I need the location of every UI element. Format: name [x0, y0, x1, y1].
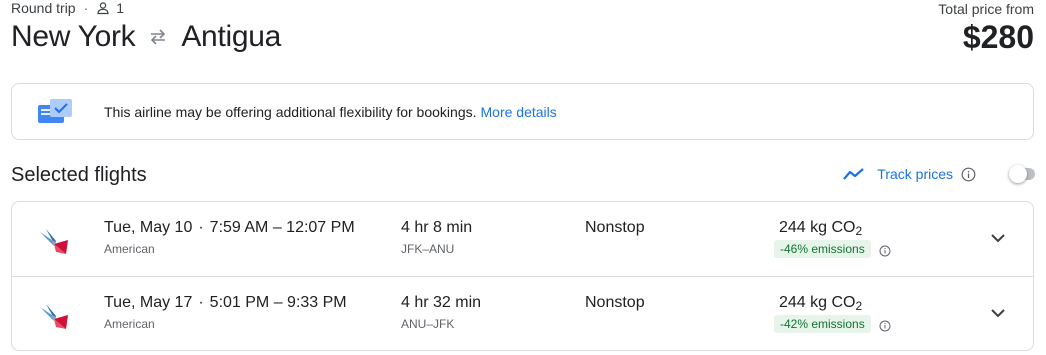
flight-airports: JFK–ANU — [401, 242, 455, 256]
co2-amount: 244 kg CO2 — [779, 219, 862, 238]
trend-line-icon — [843, 168, 865, 180]
ticket-check-icon — [38, 98, 72, 123]
info-icon[interactable] — [961, 167, 976, 182]
chevron-down-icon[interactable] — [988, 303, 1008, 323]
route-title: New York Antigua — [11, 20, 281, 54]
american-airlines-logo — [40, 229, 68, 254]
chevron-down-icon[interactable] — [988, 228, 1008, 248]
person-icon — [97, 2, 109, 15]
flight-times: Tue, May 17 · 5:01 PM – 9:33 PM — [104, 294, 347, 312]
info-icon[interactable] — [879, 320, 891, 332]
info-icon[interactable] — [879, 245, 891, 257]
flight-duration: 4 hr 32 min — [401, 294, 482, 311]
track-prices[interactable]: Track prices — [843, 166, 976, 182]
emissions-badge: -42% emissions — [774, 315, 871, 333]
flight-date: Tue, May 17 — [104, 294, 193, 311]
separator-dot: · — [198, 294, 204, 311]
flight-stops: Nonstop — [585, 219, 645, 236]
track-prices-label[interactable]: Track prices — [877, 166, 953, 182]
track-prices-toggle[interactable] — [1009, 165, 1035, 183]
flight-date: Tue, May 10 — [104, 219, 193, 236]
flexibility-banner: This airline may be offering additional … — [11, 83, 1034, 140]
selected-flights-list: Tue, May 10 · 7:59 AM – 12:07 PM American … — [11, 201, 1034, 351]
trip-type: Round trip — [11, 0, 76, 16]
trip-meta: Round trip · 1 — [11, 0, 124, 16]
total-price: $280 — [962, 19, 1034, 55]
destination-city: Antigua — [181, 20, 281, 53]
flight-duration: 4 hr 8 min — [401, 219, 473, 236]
american-airlines-logo — [40, 304, 68, 329]
more-details-link[interactable]: More details — [481, 104, 557, 120]
flight-times: Tue, May 10 · 7:59 AM – 12:07 PM — [104, 219, 355, 237]
airline-name: American — [104, 242, 155, 256]
banner-text: This airline may be offering additional … — [104, 104, 557, 120]
flight-time-range: 5:01 PM – 9:33 PM — [209, 294, 347, 311]
flight-airports: ANU–JFK — [401, 317, 455, 331]
co2-subscript: 2 — [855, 299, 863, 313]
banner-message: This airline may be offering additional … — [104, 103, 477, 120]
emissions-badge: -46% emissions — [774, 240, 871, 258]
section-title: Selected flights — [11, 164, 147, 186]
co2-value: 244 kg CO — [779, 219, 856, 236]
separator-dot: · — [198, 219, 204, 236]
airline-name: American — [104, 317, 155, 331]
flight-time-range: 7:59 AM – 12:07 PM — [209, 219, 355, 236]
co2-amount: 244 kg CO2 — [779, 294, 862, 313]
separator-dot: · — [83, 0, 89, 16]
flight-row[interactable]: Tue, May 17 · 5:01 PM – 9:33 PM American 4… — [12, 276, 1033, 351]
flight-stops: Nonstop — [585, 294, 645, 311]
flight-row[interactable]: Tue, May 10 · 7:59 AM – 12:07 PM American … — [12, 202, 1033, 276]
co2-value: 244 kg CO — [779, 294, 856, 311]
price-label: Total price from — [938, 1, 1034, 17]
toggle-knob — [1009, 165, 1027, 183]
passenger-count: 1 — [116, 0, 125, 16]
swap-arrows-icon — [151, 29, 166, 45]
co2-subscript: 2 — [855, 224, 863, 238]
origin-city: New York — [11, 20, 136, 53]
